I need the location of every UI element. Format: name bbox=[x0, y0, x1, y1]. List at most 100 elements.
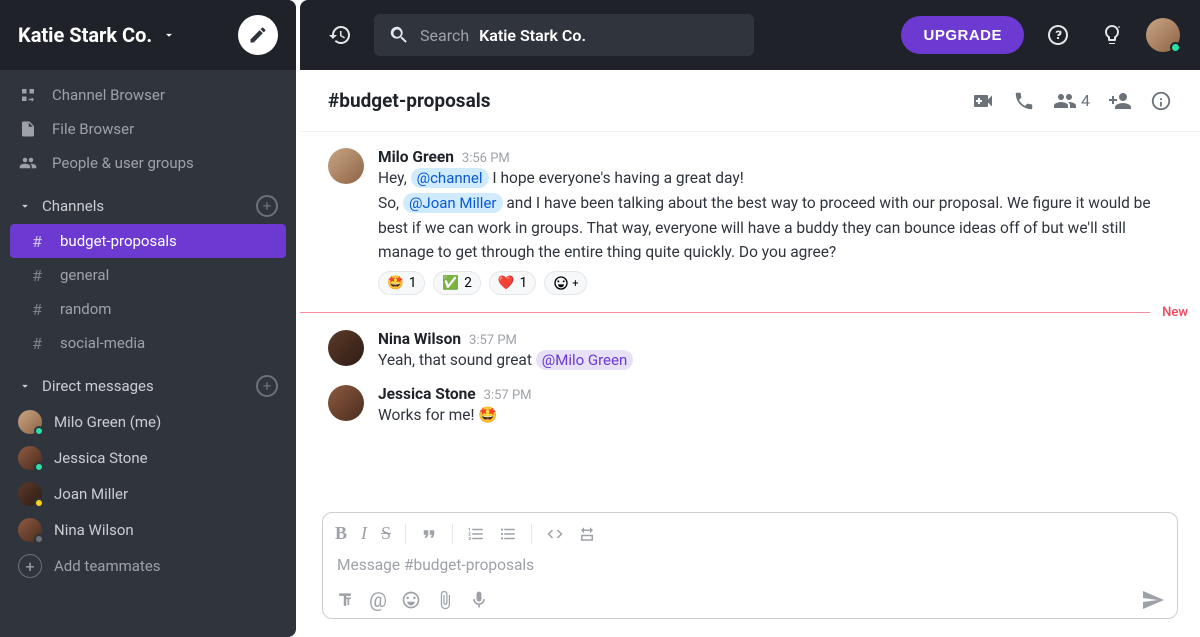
upgrade-button[interactable]: UPGRADE bbox=[901, 16, 1024, 54]
people-icon bbox=[1053, 89, 1077, 113]
messages-list: Milo Green 3:56 PM Hey, @channel I hope … bbox=[300, 132, 1200, 502]
italic-button[interactable]: I bbox=[361, 523, 367, 544]
send-button[interactable] bbox=[1141, 588, 1165, 612]
channel-random[interactable]: # random bbox=[10, 292, 286, 326]
channel-mention[interactable]: @channel bbox=[411, 168, 489, 188]
message-text: Yeah, that sound great @Milo Green bbox=[378, 348, 1172, 373]
channels-section-header[interactable]: Channels + bbox=[0, 188, 296, 224]
user-avatar[interactable] bbox=[1146, 18, 1180, 52]
channel-header: #budget-proposals 4 bbox=[300, 70, 1200, 132]
channel-info-button[interactable] bbox=[1150, 90, 1172, 112]
channel-label: budget-proposals bbox=[60, 232, 177, 250]
sidebar-item-label: People & user groups bbox=[52, 154, 194, 172]
reaction[interactable]: ✅2 bbox=[433, 271, 480, 295]
channel-social-media[interactable]: # social-media bbox=[10, 326, 286, 360]
channels-list: # budget-proposals # general # random # … bbox=[0, 224, 296, 360]
add-video-button[interactable] bbox=[971, 89, 995, 113]
composer: B I S Message #budget-proposals @ bbox=[322, 512, 1178, 619]
attachment-icon bbox=[435, 590, 455, 610]
reaction[interactable]: 🤩1 bbox=[378, 271, 425, 295]
search-icon bbox=[388, 24, 410, 46]
search-input[interactable]: Search Katie Stark Co. bbox=[374, 14, 754, 56]
channel-general[interactable]: # general bbox=[10, 258, 286, 292]
members-button[interactable]: 4 bbox=[1053, 89, 1090, 113]
channel-budget-proposals[interactable]: # budget-proposals bbox=[10, 224, 286, 258]
add-member-button[interactable] bbox=[1108, 89, 1132, 113]
hash-icon: # bbox=[28, 266, 46, 285]
topbar: Search Katie Stark Co. UPGRADE bbox=[300, 0, 1200, 70]
dm-section-header[interactable]: Direct messages + bbox=[0, 368, 296, 404]
smile-icon bbox=[401, 590, 421, 610]
code-button[interactable] bbox=[546, 525, 564, 543]
message-time: 3:57 PM bbox=[484, 388, 532, 403]
dm-joan-miller[interactable]: Joan Miller bbox=[0, 476, 296, 512]
unordered-list-icon bbox=[499, 525, 517, 543]
file-browser-item[interactable]: File Browser bbox=[0, 112, 296, 146]
add-channel-button[interactable]: + bbox=[256, 195, 278, 217]
avatar[interactable] bbox=[328, 330, 364, 366]
add-teammates-button[interactable]: + Add teammates bbox=[0, 548, 296, 584]
sidebar-item-label: Channel Browser bbox=[52, 86, 165, 104]
unordered-list-button[interactable] bbox=[499, 525, 517, 543]
bold-button[interactable]: B bbox=[335, 523, 347, 544]
avatar[interactable] bbox=[328, 385, 364, 421]
channel-browser-item[interactable]: Channel Browser bbox=[0, 78, 296, 112]
workspace-name: Katie Stark Co. bbox=[18, 23, 152, 47]
presence-indicator bbox=[1170, 42, 1181, 53]
people-groups-item[interactable]: People & user groups bbox=[0, 146, 296, 180]
reactions: 🤩1 ✅2 ❤️1 + bbox=[378, 271, 1172, 295]
presence-indicator bbox=[34, 498, 44, 508]
lightbulb-button[interactable] bbox=[1092, 15, 1132, 55]
history-icon bbox=[328, 23, 352, 47]
search-workspace: Katie Stark Co. bbox=[479, 26, 586, 45]
avatar[interactable] bbox=[328, 148, 364, 184]
strike-button[interactable]: S bbox=[381, 523, 391, 544]
workspace-header[interactable]: Katie Stark Co. bbox=[0, 0, 296, 70]
main: Search Katie Stark Co. UPGRADE #budget-p… bbox=[296, 0, 1200, 637]
lightbulb-icon bbox=[1100, 23, 1124, 47]
message-user[interactable]: Nina Wilson bbox=[378, 330, 461, 348]
history-button[interactable] bbox=[320, 15, 360, 55]
text-format-button[interactable] bbox=[335, 590, 355, 610]
presence-indicator bbox=[34, 534, 44, 544]
info-icon bbox=[1150, 90, 1172, 112]
audio-button[interactable] bbox=[469, 590, 489, 610]
dm-label: Nina Wilson bbox=[54, 521, 134, 539]
reaction[interactable]: ❤️1 bbox=[489, 271, 536, 295]
add-dm-button[interactable]: + bbox=[256, 375, 278, 397]
message-user[interactable]: Jessica Stone bbox=[378, 385, 476, 403]
user-mention[interactable]: @Milo Green bbox=[536, 350, 634, 370]
emoji-button[interactable] bbox=[401, 590, 421, 610]
avatar bbox=[18, 518, 42, 542]
code-block-button[interactable] bbox=[578, 525, 596, 543]
file-browser-icon bbox=[18, 119, 38, 139]
user-mention[interactable]: @Joan Miller bbox=[403, 193, 503, 213]
message-time: 3:56 PM bbox=[462, 151, 510, 166]
help-button[interactable] bbox=[1038, 15, 1078, 55]
person-add-icon bbox=[1108, 89, 1132, 113]
plus-icon: + bbox=[18, 554, 42, 578]
mention-button[interactable]: @ bbox=[369, 588, 387, 612]
dm-list: Milo Green (me) Jessica Stone Joan Mille… bbox=[0, 404, 296, 584]
hash-icon: # bbox=[28, 232, 46, 251]
dm-jessica-stone[interactable]: Jessica Stone bbox=[0, 440, 296, 476]
help-icon bbox=[1046, 23, 1070, 47]
message-user[interactable]: Milo Green bbox=[378, 148, 454, 166]
channel-label: social-media bbox=[60, 334, 145, 352]
quote-button[interactable] bbox=[420, 525, 438, 543]
sidebar: Katie Stark Co. Channel Browser File Bro… bbox=[0, 0, 296, 637]
composer-input[interactable]: Message #budget-proposals bbox=[323, 550, 1177, 582]
dm-milo-green[interactable]: Milo Green (me) bbox=[0, 404, 296, 440]
divider-label: New bbox=[1150, 305, 1200, 320]
call-button[interactable] bbox=[1013, 90, 1035, 112]
ordered-list-button[interactable] bbox=[467, 525, 485, 543]
search-label: Search bbox=[420, 26, 469, 45]
attach-button[interactable] bbox=[435, 590, 455, 610]
add-reaction-button[interactable]: + bbox=[544, 271, 587, 295]
compose-button[interactable] bbox=[238, 15, 278, 55]
avatar bbox=[18, 482, 42, 506]
message: Milo Green 3:56 PM Hey, @channel I hope … bbox=[300, 142, 1200, 301]
dm-nina-wilson[interactable]: Nina Wilson bbox=[0, 512, 296, 548]
add-teammates-label: Add teammates bbox=[54, 557, 161, 575]
code-icon bbox=[546, 525, 564, 543]
